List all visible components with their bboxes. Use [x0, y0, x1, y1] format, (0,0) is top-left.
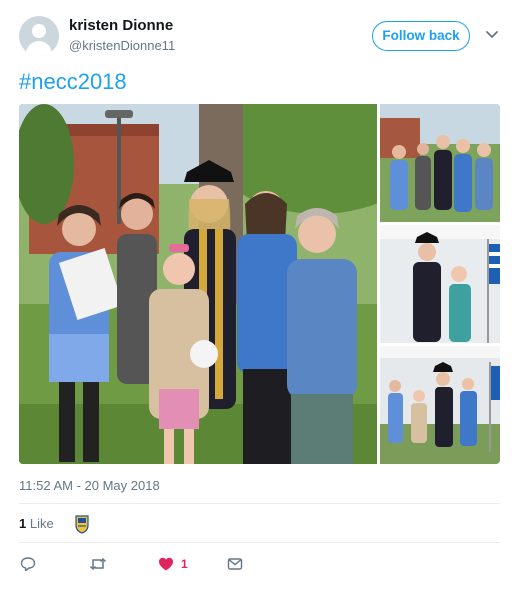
likes-summary[interactable]: 1 Like [19, 516, 54, 531]
like-count: 1 [181, 557, 188, 571]
divider [19, 542, 500, 543]
default-profile-icon [32, 24, 46, 38]
liker-avatar[interactable] [72, 514, 92, 534]
likes-label: Like [29, 516, 54, 531]
reply-icon[interactable] [20, 556, 36, 572]
thumbnail-1[interactable] [380, 104, 500, 222]
chevron-down-icon[interactable] [485, 28, 499, 42]
user-avatar[interactable] [19, 16, 59, 56]
follow-back-button[interactable]: Follow back [372, 21, 470, 51]
tweet-timestamp[interactable]: 11:52 AM - 20 May 2018 [19, 478, 160, 493]
tweet-media[interactable] [19, 104, 500, 464]
user-handle[interactable]: @kristenDionne11 [69, 38, 175, 53]
thumbnail-3[interactable] [380, 346, 500, 464]
retweet-icon[interactable] [89, 556, 107, 572]
heart-icon[interactable] [158, 556, 174, 572]
likes-count: 1 [19, 516, 27, 531]
envelope-icon[interactable] [227, 556, 243, 572]
divider [19, 503, 500, 504]
hashtag-link[interactable]: #necc2018 [19, 69, 127, 95]
thumbnail-2[interactable] [380, 225, 500, 343]
main-photo[interactable] [19, 104, 429, 464]
user-display-name[interactable]: kristen Dionne [69, 17, 173, 34]
